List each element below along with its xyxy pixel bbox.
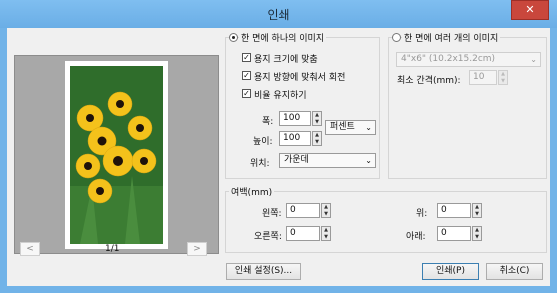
margins-group (225, 191, 547, 253)
margin-bottom-spinner[interactable]: ▲ ▼ (472, 226, 482, 241)
height-spinner[interactable]: ▲ ▼ (312, 131, 322, 146)
margin-top-spinner[interactable]: ▲ ▼ (472, 203, 482, 218)
position-select[interactable]: 가운데 ⌄ (279, 153, 376, 168)
min-spacing-input[interactable]: 10 (469, 70, 497, 85)
margin-top-label: 위: (416, 209, 428, 219)
close-icon: ✕ (525, 3, 535, 16)
window-title: 인쇄 (267, 8, 290, 22)
margin-right-input[interactable]: 0 (286, 226, 320, 241)
chevron-down-icon: ⌄ (365, 123, 372, 132)
keep-ratio-label[interactable]: 비율 유지하기 (254, 88, 307, 101)
fit-paper-label[interactable]: 용지 크기에 맞춤 (254, 52, 318, 65)
title-bar[interactable]: 인쇄 ✕ (0, 0, 557, 28)
print-dialog: 인쇄 ✕ < 1/1 > 한 면에 하나의 이미지 ✓ 용지 크기에 맞춤 ✓ … (0, 0, 557, 293)
page-indicator: 1/1 (105, 244, 120, 254)
single-image-radio[interactable] (229, 33, 238, 42)
cancel-button[interactable]: 취소(C) (486, 263, 543, 280)
margin-bottom-input[interactable]: 0 (437, 226, 471, 241)
min-spacing-spinner[interactable]: ▲ ▼ (498, 70, 508, 85)
margin-left-spinner[interactable]: ▲ ▼ (321, 203, 331, 218)
multi-image-radio[interactable] (392, 33, 401, 42)
margin-top-input[interactable]: 0 (437, 203, 471, 218)
unit-select[interactable]: 퍼센트 ⌄ (325, 120, 376, 135)
position-value: 가운데 (284, 155, 309, 165)
position-label: 위치: (250, 159, 270, 169)
margin-left-label: 왼쪽: (262, 209, 282, 219)
size-select[interactable]: 4"x6" (10.2x15.2cm) ⌄ (396, 52, 541, 67)
rotate-label[interactable]: 용지 방향에 맞춰서 회전 (254, 70, 345, 83)
margin-right-label: 오른쪽: (254, 232, 282, 242)
print-button[interactable]: 인쇄(P) (422, 263, 479, 280)
rotate-checkbox[interactable]: ✓ (242, 71, 251, 80)
unit-value: 퍼센트 (330, 122, 355, 132)
width-input[interactable]: 100 (279, 111, 311, 126)
single-image-label[interactable]: 한 면에 하나의 이미지 (239, 31, 327, 44)
dialog-body: < 1/1 > 한 면에 하나의 이미지 ✓ 용지 크기에 맞춤 ✓ 용지 방향… (7, 28, 550, 286)
close-button[interactable]: ✕ (511, 0, 549, 20)
keep-ratio-checkbox[interactable]: ✓ (242, 89, 251, 98)
width-spinner[interactable]: ▲ ▼ (312, 111, 322, 126)
preview-paper (65, 61, 168, 249)
prev-page-button[interactable]: < (20, 242, 40, 256)
next-page-button[interactable]: > (187, 242, 207, 256)
size-value: 4"x6" (10.2x15.2cm) (401, 54, 496, 64)
print-preview (14, 55, 219, 254)
margin-right-spinner[interactable]: ▲ ▼ (321, 226, 331, 241)
chevron-down-icon: ⌄ (530, 55, 537, 64)
fit-paper-checkbox[interactable]: ✓ (242, 53, 251, 62)
height-input[interactable]: 100 (279, 131, 311, 146)
multi-image-label[interactable]: 한 면에 여러 개의 이미지 (402, 31, 501, 44)
width-label: 폭: (262, 117, 274, 127)
margin-bottom-label: 아래: (406, 232, 426, 242)
chevron-down-icon: ⌄ (365, 156, 372, 165)
height-label: 높이: (253, 137, 273, 147)
margin-left-input[interactable]: 0 (286, 203, 320, 218)
print-setup-button[interactable]: 인쇄 설정(S)... (226, 263, 301, 280)
preview-photo (70, 66, 163, 244)
min-spacing-label: 최소 간격(mm): (397, 76, 461, 86)
margins-title: 여백(mm) (229, 185, 275, 198)
